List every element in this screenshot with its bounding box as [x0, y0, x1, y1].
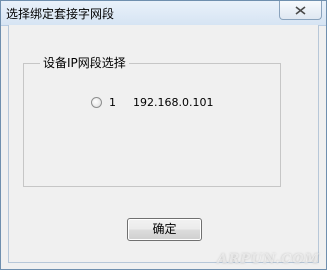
- ip-segment-groupbox: [23, 63, 281, 187]
- watermark-logo: ARPUN.COM: [217, 252, 320, 267]
- dialog-window: 选择绑定套接字网段 设备IP网段选择 1 192.168.0.101 确定 AR…: [0, 0, 327, 270]
- option-ip-address: 192.168.0.101: [133, 96, 214, 109]
- close-icon: [295, 6, 306, 15]
- window-title: 选择绑定套接字网段: [6, 7, 115, 21]
- option-index: 1: [109, 96, 116, 109]
- title-bar[interactable]: 选择绑定套接字网段: [1, 1, 326, 26]
- radio-button[interactable]: [91, 97, 102, 108]
- ok-button[interactable]: 确定: [127, 218, 202, 241]
- groupbox-label: 设备IP网段选择: [40, 54, 129, 71]
- close-button[interactable]: [279, 1, 322, 20]
